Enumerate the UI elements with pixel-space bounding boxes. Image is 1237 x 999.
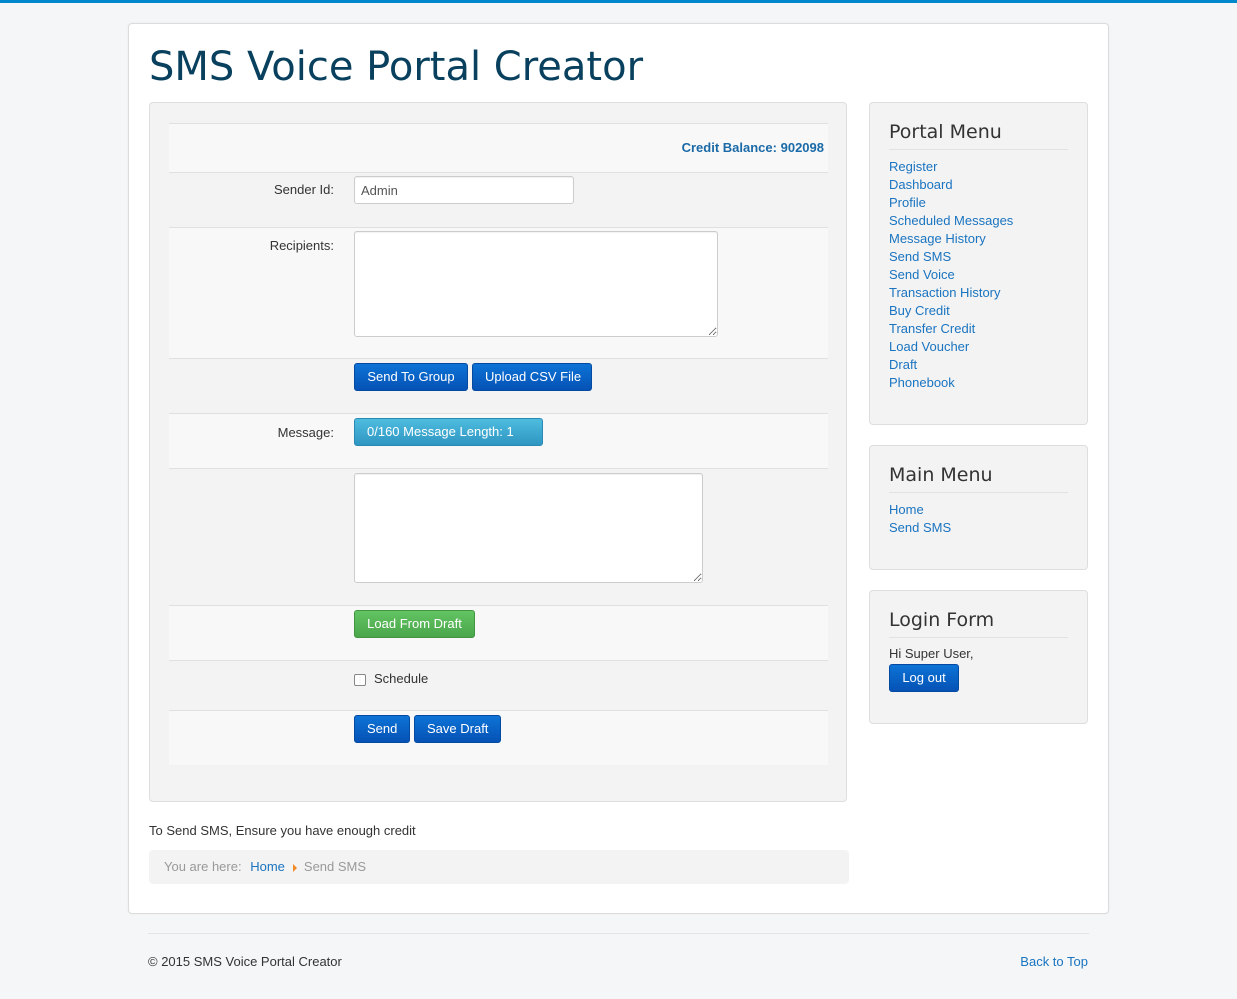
breadcrumb-current: Send SMS — [303, 859, 367, 874]
top-accent-bar — [0, 0, 1237, 3]
recipients-textarea[interactable] — [354, 231, 718, 337]
portal-menu-module: Portal Menu Register Dashboard Profile S… — [869, 102, 1088, 425]
message-label-row: Message: 0/160 Message Length: 1 — [169, 413, 828, 468]
portal-menu-item: Register — [889, 158, 1068, 176]
upload-csv-button[interactable]: Upload CSV File — [472, 363, 592, 391]
portal-menu-item: Send SMS — [889, 248, 1068, 266]
back-to-top-link[interactable]: Back to Top — [1020, 954, 1088, 969]
message-length-counter: 0/160 Message Length: 1 — [354, 418, 543, 446]
credit-balance-value: 902098 — [780, 140, 824, 155]
recipients-label: Recipients: — [269, 238, 334, 253]
portal-menu-message-history-link[interactable]: Message History — [889, 231, 986, 246]
schedule-label: Schedule — [374, 671, 429, 686]
credit-balance: Credit Balance: 902098 — [682, 140, 824, 155]
main-menu-title: Main Menu — [889, 464, 1068, 493]
main-menu-list: Home Send SMS — [889, 501, 1068, 537]
login-form-module: Login Form Hi Super User, Log out — [869, 590, 1088, 724]
sender-row: Sender Id: — [169, 172, 828, 227]
site-title: SMS Voice Portal Creator — [149, 44, 644, 90]
send-sms-form: Credit Balance: 902098 Sender Id: Recipi… — [169, 123, 828, 765]
portal-menu-phonebook-link[interactable]: Phonebook — [889, 375, 955, 390]
draft-row: Load From Draft — [169, 605, 828, 660]
portal-menu-transaction-history-link[interactable]: Transaction History — [889, 285, 1001, 300]
message-row — [169, 468, 828, 605]
portal-menu-transfer-credit-link[interactable]: Transfer Credit — [889, 321, 975, 336]
portal-menu-list: Register Dashboard Profile Scheduled Mes… — [889, 158, 1068, 392]
portal-menu-item: Profile — [889, 194, 1068, 212]
portal-menu-item: Dashboard — [889, 176, 1068, 194]
portal-menu-draft-link[interactable]: Draft — [889, 357, 917, 372]
main-menu-send-sms-link[interactable]: Send SMS — [889, 520, 951, 535]
portal-menu-send-sms-link[interactable]: Send SMS — [889, 249, 951, 264]
footer-divider — [148, 933, 1089, 934]
logout-button[interactable]: Log out — [889, 664, 959, 692]
credit-row: Credit Balance: 902098 — [169, 123, 828, 172]
main-menu-item: Send SMS — [889, 519, 1068, 537]
load-from-draft-button[interactable]: Load From Draft — [354, 610, 475, 638]
recipients-row: Recipients: — [169, 227, 828, 358]
send-sms-panel: Credit Balance: 902098 Sender Id: Recipi… — [149, 102, 847, 802]
sender-id-input[interactable] — [354, 176, 574, 204]
portal-menu-profile-link[interactable]: Profile — [889, 195, 926, 210]
message-label: Message: — [277, 425, 334, 440]
breadcrumb-home-link[interactable]: Home — [250, 859, 285, 874]
portal-menu-item: Transfer Credit — [889, 320, 1068, 338]
portal-menu-item: Draft — [889, 356, 1068, 374]
breadcrumb-prefix: You are here: — [164, 859, 242, 874]
submit-row: Send Save Draft — [169, 710, 828, 765]
page-container: SMS Voice Portal Creator Credit Balance:… — [128, 23, 1109, 914]
send-to-group-button[interactable]: Send To Group — [354, 363, 468, 391]
recipient-actions-row: Send To Group Upload CSV File — [169, 358, 828, 413]
save-draft-button[interactable]: Save Draft — [414, 715, 501, 743]
portal-menu-scheduled-messages-link[interactable]: Scheduled Messages — [889, 213, 1013, 228]
credit-balance-label: Credit Balance: — [681, 140, 777, 155]
credit-note: To Send SMS, Ensure you have enough cred… — [149, 823, 416, 838]
portal-menu-title: Portal Menu — [889, 121, 1068, 150]
portal-menu-load-voucher-link[interactable]: Load Voucher — [889, 339, 969, 354]
schedule-row: Schedule — [169, 660, 828, 710]
breadcrumb: You are here: Home Send SMS — [149, 850, 849, 884]
portal-menu-item: Transaction History — [889, 284, 1068, 302]
portal-menu-item: Buy Credit — [889, 302, 1068, 320]
schedule-checkbox[interactable] — [354, 674, 366, 686]
login-form-title: Login Form — [889, 609, 1068, 638]
sender-id-label: Sender Id: — [274, 182, 334, 197]
breadcrumb-separator-icon — [292, 863, 297, 872]
send-button[interactable]: Send — [354, 715, 410, 743]
portal-menu-item: Send Voice — [889, 266, 1068, 284]
footer-copyright: © 2015 SMS Voice Portal Creator — [148, 954, 342, 969]
portal-menu-buy-credit-link[interactable]: Buy Credit — [889, 303, 950, 318]
portal-menu-item: Scheduled Messages — [889, 212, 1068, 230]
login-greeting: Hi Super User, — [889, 646, 974, 661]
portal-menu-item: Phonebook — [889, 374, 1068, 392]
portal-menu-item: Load Voucher — [889, 338, 1068, 356]
message-textarea[interactable] — [354, 473, 703, 583]
main-menu-home-link[interactable]: Home — [889, 502, 924, 517]
portal-menu-register-link[interactable]: Register — [889, 159, 937, 174]
main-menu-item: Home — [889, 501, 1068, 519]
main-menu-module: Main Menu Home Send SMS — [869, 445, 1088, 570]
portal-menu-item: Message History — [889, 230, 1068, 248]
portal-menu-send-voice-link[interactable]: Send Voice — [889, 267, 955, 282]
portal-menu-dashboard-link[interactable]: Dashboard — [889, 177, 953, 192]
